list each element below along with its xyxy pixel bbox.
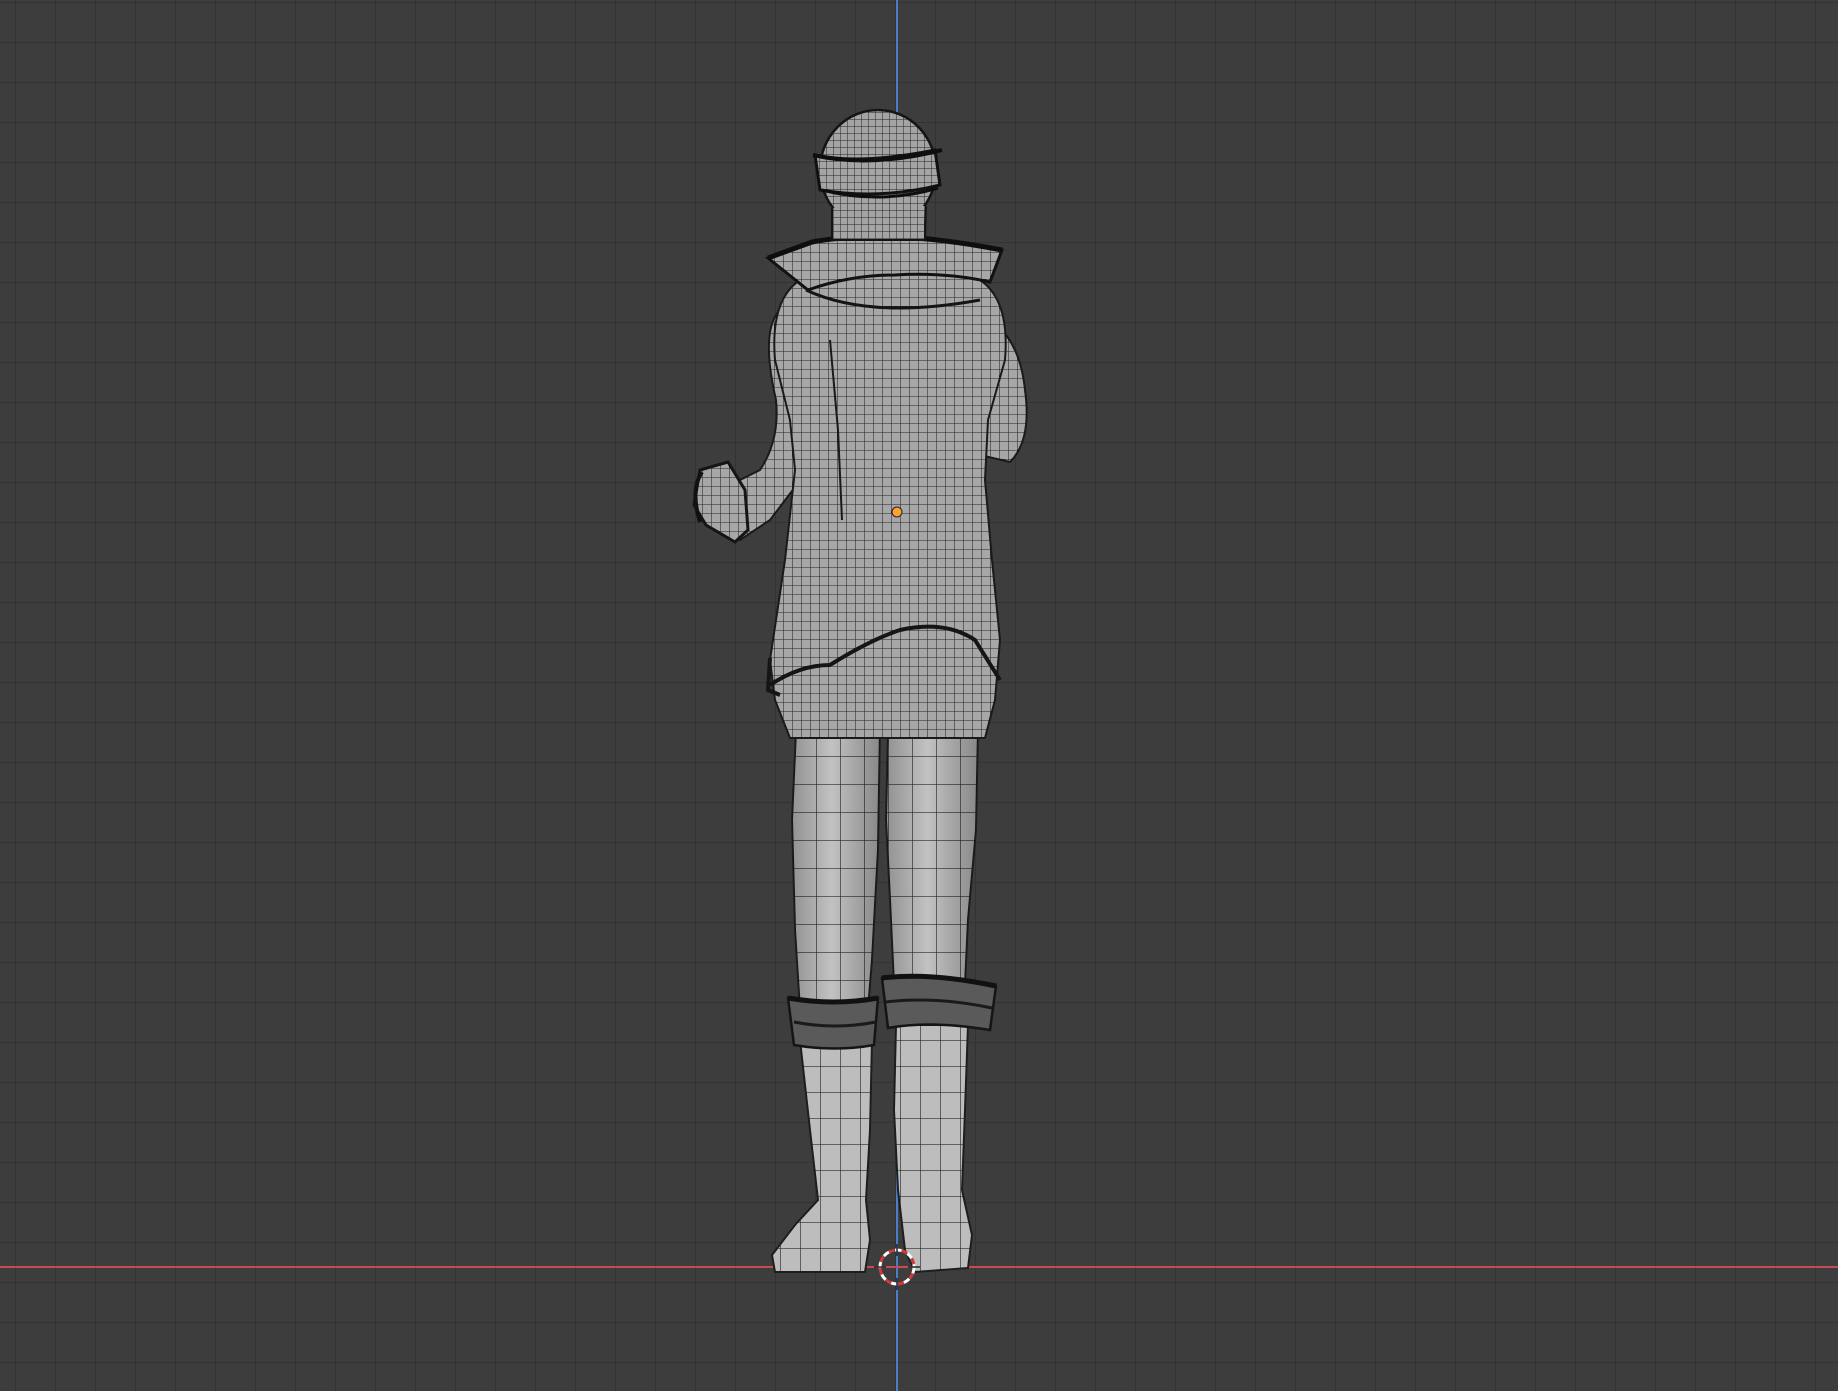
right-leg[interactable] bbox=[884, 729, 980, 986]
viewport-scene[interactable] bbox=[0, 0, 1838, 1391]
jacket[interactable] bbox=[764, 234, 1007, 739]
left-boot[interactable] bbox=[770, 995, 880, 1273]
right-boot[interactable] bbox=[880, 973, 998, 1274]
3d-viewport[interactable] bbox=[0, 0, 1838, 1391]
object-origin-dot[interactable] bbox=[891, 506, 903, 518]
character-model[interactable] bbox=[692, 108, 1028, 1274]
head[interactable] bbox=[812, 108, 943, 241]
left-leg[interactable] bbox=[790, 729, 882, 1011]
